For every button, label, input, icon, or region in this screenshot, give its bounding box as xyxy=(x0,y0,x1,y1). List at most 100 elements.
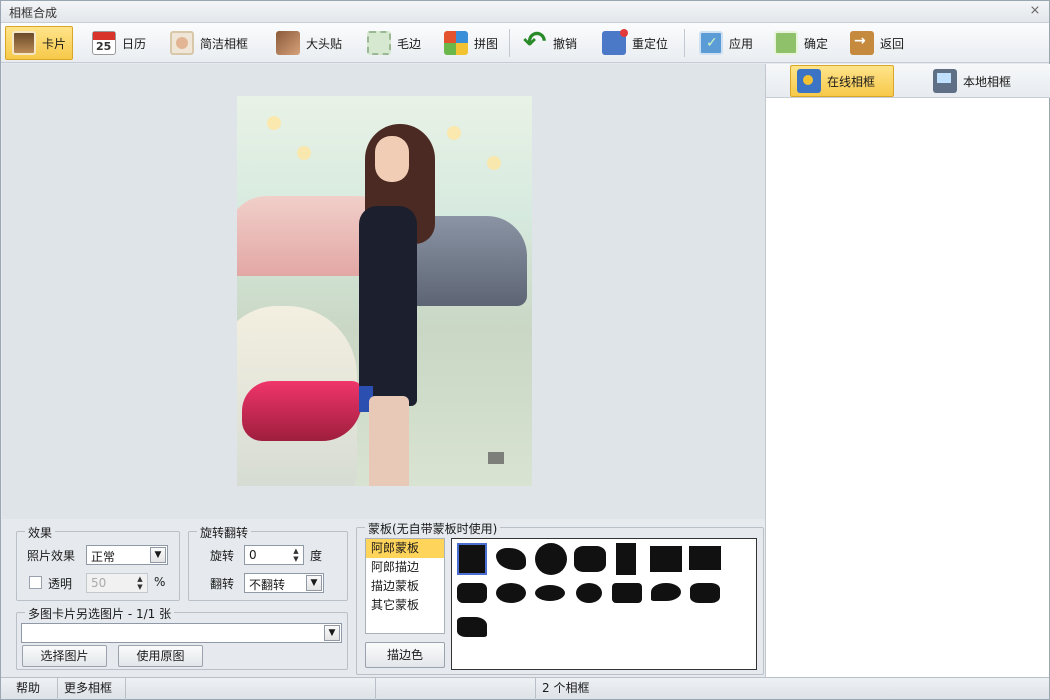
photo-booth-icon xyxy=(276,31,300,55)
spin-up-icon[interactable]: ▲ xyxy=(134,575,146,583)
edge-button[interactable]: 毛边 xyxy=(360,26,428,60)
transparent-label: 透明 xyxy=(48,577,73,591)
reposition-button[interactable]: 重定位 xyxy=(595,26,675,60)
status-blank xyxy=(376,678,536,700)
mask-thumbnail[interactable] xyxy=(612,583,642,603)
mask-thumbnail[interactable] xyxy=(457,617,487,637)
big-head-label: 大头贴 xyxy=(306,36,343,51)
photo-effect-label: 照片效果 xyxy=(27,549,76,563)
frame-count-status: 2 个相框 xyxy=(542,681,590,695)
percent-sign: % xyxy=(154,575,166,589)
card-button[interactable]: 卡片 xyxy=(5,26,74,60)
transparency-value: 50 xyxy=(91,576,107,590)
transparency-spinner[interactable]: 50 ▲ ▼ xyxy=(86,573,148,593)
card-label: 卡片 xyxy=(42,36,67,51)
list-item[interactable]: 其它蒙板 xyxy=(366,596,444,615)
rough-edge-icon xyxy=(367,31,391,55)
confirm-label: 确定 xyxy=(804,36,829,51)
toolbar: 卡片 日历 简洁相框 大头贴 毛边 拼图 撤销 重定位 xyxy=(1,23,1049,63)
apply-label: 应用 xyxy=(729,36,754,51)
mask-thumbnail[interactable] xyxy=(690,583,720,603)
mask-thumbnail[interactable] xyxy=(651,583,681,601)
spin-down-icon[interactable]: ▼ xyxy=(134,583,146,591)
spin-up-icon[interactable]: ▲ xyxy=(290,547,302,555)
select-image-button[interactable]: 选择图片 xyxy=(22,645,107,667)
help-link[interactable]: 帮助 xyxy=(10,678,58,700)
mask-thumbnail[interactable] xyxy=(689,546,721,570)
puzzle-icon xyxy=(444,31,468,55)
tab-online-frames[interactable]: 在线相框 xyxy=(790,65,894,97)
list-item[interactable]: 阿郎蒙板 xyxy=(366,539,444,558)
stroke-color-button[interactable]: 描边色 xyxy=(365,642,445,668)
list-item[interactable]: 阿郎描边 xyxy=(366,558,444,577)
undo-icon xyxy=(523,25,547,58)
toolbar-divider xyxy=(684,29,685,57)
close-icon[interactable]: ⨯ xyxy=(1027,3,1043,19)
list-item[interactable]: 描边蒙板 xyxy=(366,577,444,596)
tab-local-frames[interactable]: 本地相框 xyxy=(926,65,1030,97)
chevron-down-icon[interactable]: ▼ xyxy=(324,625,340,641)
mask-thumbnail[interactable] xyxy=(496,548,526,570)
toolbar-divider xyxy=(509,29,510,57)
window-title: 相框合成 xyxy=(9,6,58,20)
use-original-button[interactable]: 使用原图 xyxy=(118,645,203,667)
confirm-icon xyxy=(774,31,798,55)
rotate-spinner[interactable]: 0 ▲ ▼ xyxy=(244,545,304,565)
watermark-icon xyxy=(488,452,504,464)
simple-frame-label: 简洁相框 xyxy=(200,36,249,51)
reposition-icon xyxy=(602,29,628,55)
confirm-button[interactable]: 确定 xyxy=(767,26,835,60)
frame-panel: 在线相框 本地相框 xyxy=(765,64,1050,677)
photo-preview[interactable] xyxy=(237,96,532,486)
transparent-checkbox[interactable] xyxy=(29,576,42,589)
mask-thumbnail[interactable] xyxy=(457,583,487,603)
calendar-button[interactable]: 日历 xyxy=(85,26,153,60)
puzzle-button[interactable]: 拼图 xyxy=(437,26,505,60)
chevron-down-icon[interactable]: ▼ xyxy=(306,575,322,591)
flip-select[interactable]: 不翻转 ▼ xyxy=(244,573,324,593)
simple-frame-button[interactable]: 简洁相框 xyxy=(163,26,255,60)
back-label: 返回 xyxy=(880,36,905,51)
reposition-label: 重定位 xyxy=(632,36,669,51)
photo-effect-select[interactable]: 正常 ▼ xyxy=(86,545,168,565)
rotate-flip-legend: 旋转翻转 xyxy=(197,524,252,541)
effects-legend: 效果 xyxy=(25,524,56,541)
card-icon xyxy=(12,31,36,55)
mask-thumbnail[interactable] xyxy=(616,543,636,575)
online-frames-label: 在线相框 xyxy=(827,74,876,89)
puzzle-label: 拼图 xyxy=(474,36,499,51)
mask-thumbnail[interactable] xyxy=(535,543,567,575)
undo-button[interactable]: 撤销 xyxy=(516,25,584,60)
flip-value: 不翻转 xyxy=(249,578,286,592)
online-frame-icon xyxy=(797,69,821,93)
chevron-down-icon[interactable]: ▼ xyxy=(150,547,166,563)
apply-button[interactable]: 应用 xyxy=(692,26,760,60)
app-window: 相框合成 ⨯ 卡片 日历 简洁相框 大头贴 毛边 拼图 xyxy=(0,0,1050,700)
preview-canvas[interactable] xyxy=(2,64,765,519)
apply-icon xyxy=(699,31,723,55)
mask-thumbnail[interactable] xyxy=(535,585,565,601)
mask-thumbnail-grid[interactable] xyxy=(451,538,757,670)
undo-label: 撤销 xyxy=(553,36,578,51)
local-frames-label: 本地相框 xyxy=(963,74,1012,89)
image-select[interactable]: ▼ xyxy=(21,623,342,643)
mask-thumbnail[interactable] xyxy=(457,543,487,575)
calendar-label: 日历 xyxy=(122,36,147,51)
calendar-icon xyxy=(92,31,116,55)
back-icon xyxy=(850,31,874,55)
mask-thumbnail[interactable] xyxy=(574,546,606,572)
mask-thumbnail[interactable] xyxy=(576,583,602,603)
rotate-label: 旋转 xyxy=(210,549,235,563)
title-bar: 相框合成 ⨯ xyxy=(1,1,1049,23)
mask-thumbnail[interactable] xyxy=(496,583,526,603)
flip-label: 翻转 xyxy=(210,577,235,591)
spin-down-icon[interactable]: ▼ xyxy=(290,555,302,563)
back-button[interactable]: 返回 xyxy=(843,26,911,60)
big-head-button[interactable]: 大头贴 xyxy=(269,26,349,60)
photo-effect-value: 正常 xyxy=(91,550,116,564)
mask-category-list[interactable]: 阿郎蒙板 阿郎描边 描边蒙板 其它蒙板 xyxy=(365,538,445,634)
degree-unit: 度 xyxy=(310,549,323,563)
mask-thumbnail[interactable] xyxy=(650,546,682,572)
more-frames-link[interactable]: 更多相框 xyxy=(58,678,126,700)
local-frame-icon xyxy=(933,69,957,93)
